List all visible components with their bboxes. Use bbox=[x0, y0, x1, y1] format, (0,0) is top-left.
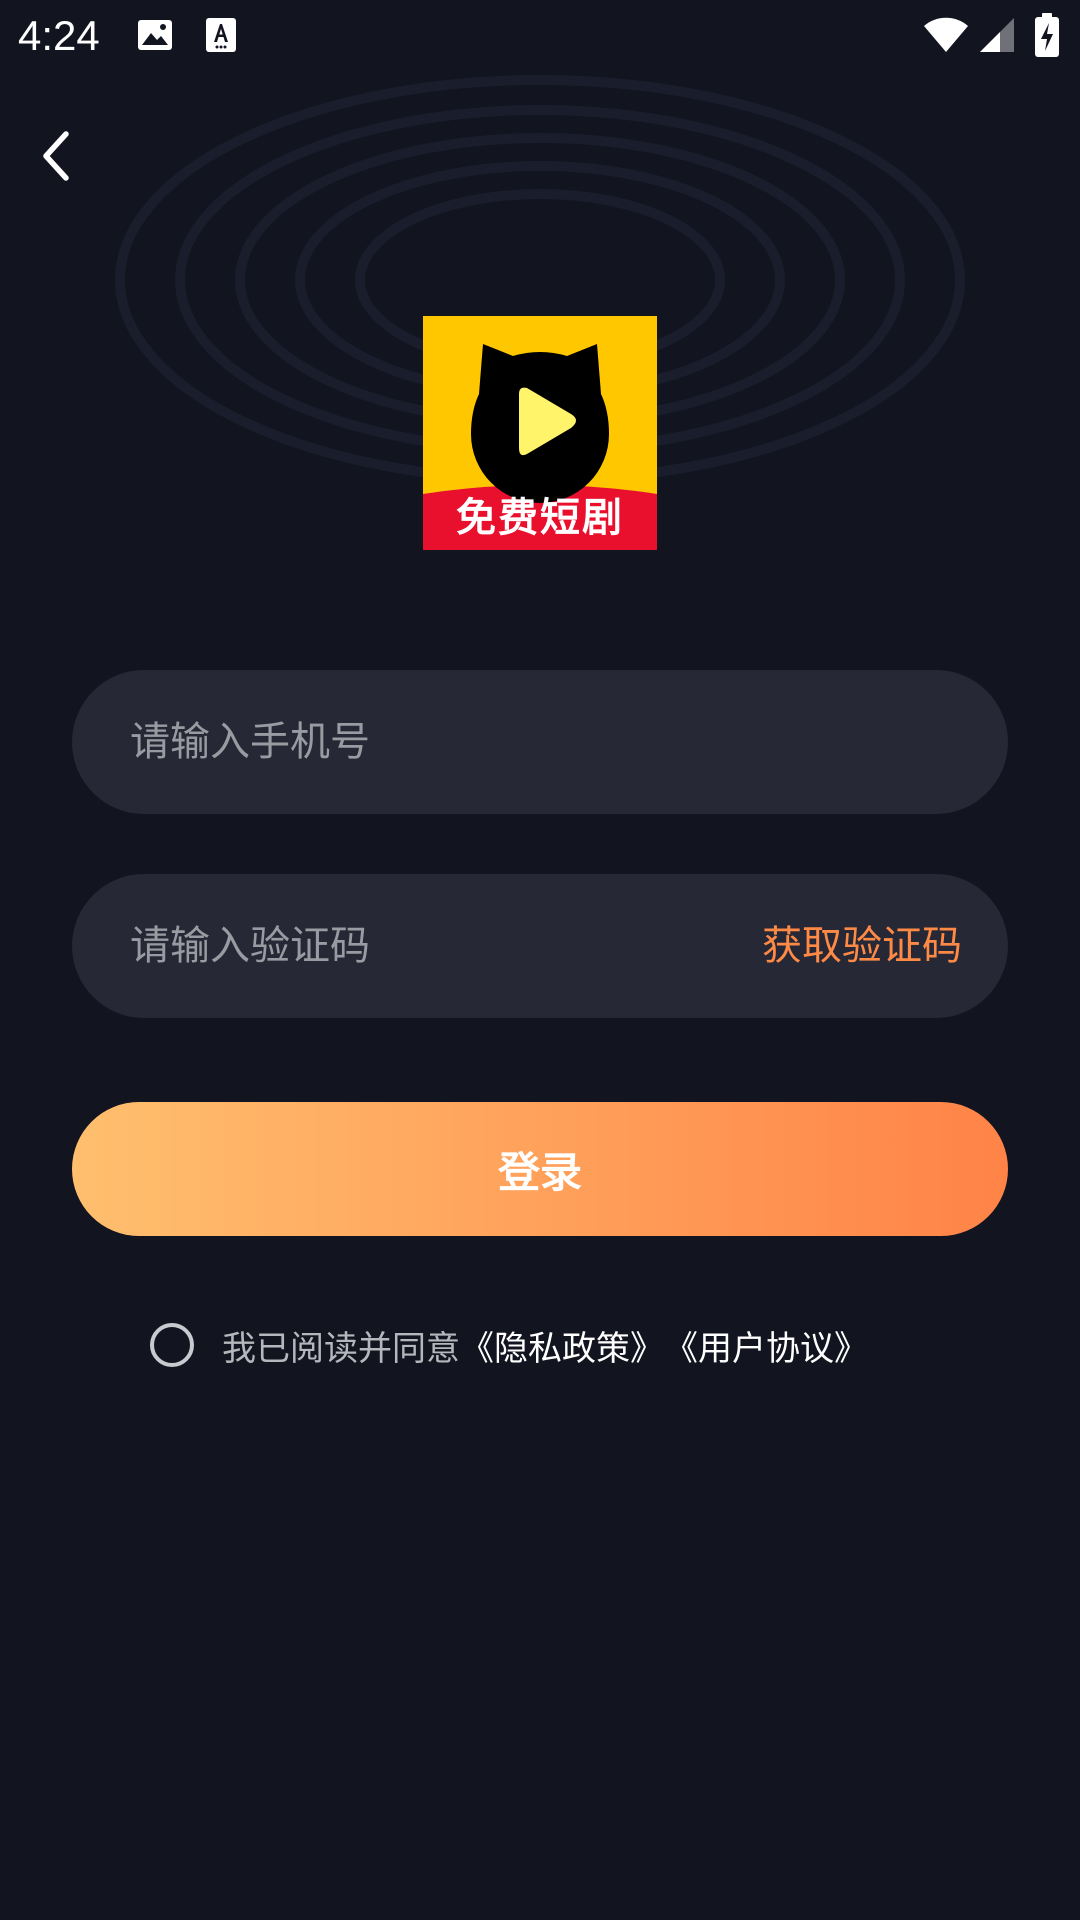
get-verification-code-button[interactable]: 获取验证码 bbox=[762, 874, 962, 1018]
phone-input[interactable] bbox=[130, 670, 690, 814]
battery-charging-icon bbox=[1035, 13, 1059, 57]
verification-code-input[interactable] bbox=[130, 874, 690, 1018]
wifi-icon bbox=[924, 17, 968, 52]
chevron-left-icon bbox=[43, 131, 69, 181]
login-screen: 4:24 免费短剧 请输入手机号 请输入验证码 获取验证码 登录 我已阅读并同意… bbox=[0, 0, 1080, 1920]
logo-text: 免费短剧 bbox=[456, 495, 624, 541]
agreement-checkbox[interactable] bbox=[150, 1323, 194, 1367]
agreement-prefix: 我已阅读并同意 bbox=[222, 1328, 460, 1369]
cellular-signal-icon bbox=[980, 18, 1014, 52]
agreement-row: 我已阅读并同意 《隐私政策》 《用户协议》 bbox=[150, 1310, 868, 1380]
status-bar: 4:24 bbox=[0, 0, 1080, 72]
login-button[interactable]: 登录 bbox=[72, 1102, 1008, 1236]
verification-code-field: 获取验证码 bbox=[72, 874, 1008, 1018]
user-agreement-link[interactable]: 《用户协议》 bbox=[664, 1321, 868, 1370]
status-time: 4:24 bbox=[18, 12, 100, 59]
app-logo: 免费短剧 bbox=[423, 316, 657, 550]
back-button[interactable] bbox=[20, 120, 92, 192]
gallery-notification-icon bbox=[138, 20, 172, 50]
privacy-policy-link[interactable]: 《隐私政策》 bbox=[460, 1321, 664, 1370]
text-notification-icon bbox=[206, 18, 236, 52]
phone-field bbox=[72, 670, 1008, 814]
